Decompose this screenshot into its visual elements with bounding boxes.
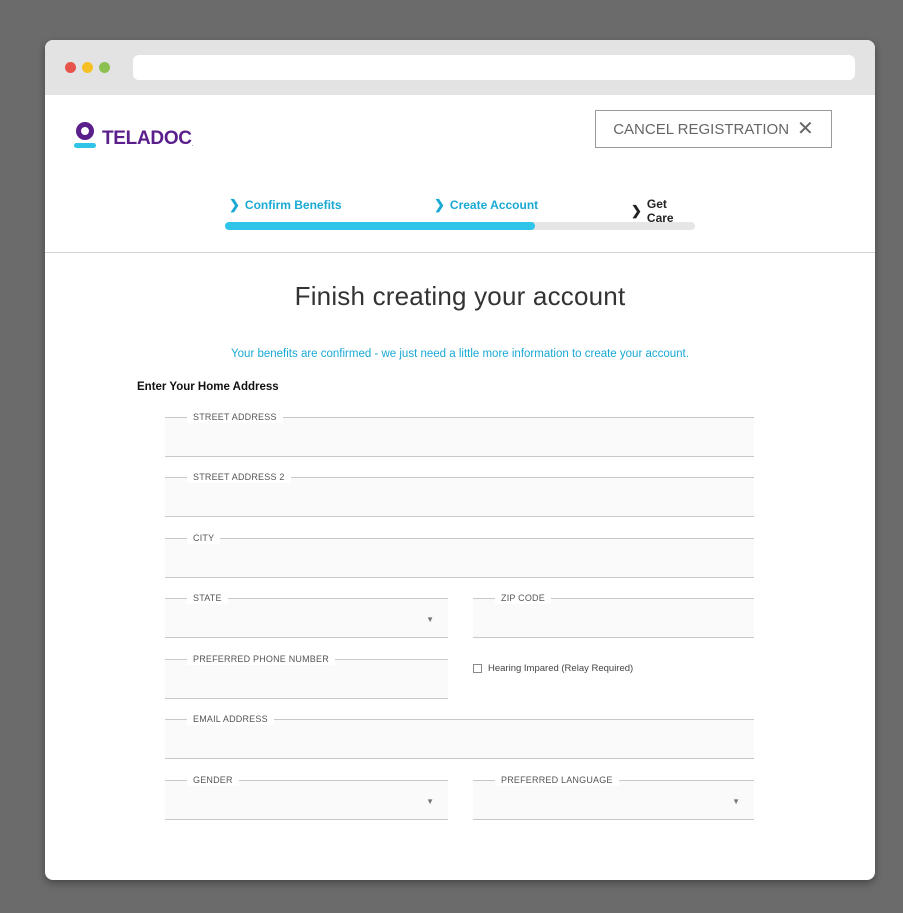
step-create-account: ❯ Create Account (434, 197, 538, 213)
browser-chrome (45, 40, 875, 95)
close-icon: ✕ (797, 118, 814, 140)
chevron-right-icon: ❯ (434, 197, 445, 212)
state-select[interactable]: STATE ▼ (165, 592, 448, 638)
phone-field[interactable]: PREFERRED PHONE NUMBER (165, 653, 448, 699)
city-label: CITY (187, 532, 221, 544)
zip-code-label: ZIP CODE (495, 592, 551, 604)
street-address-label: STREET ADDRESS (187, 411, 283, 423)
street-address-2-label: STREET ADDRESS 2 (187, 471, 291, 483)
step-label: Create Account (449, 198, 539, 212)
chevron-right-icon: ❯ (631, 203, 642, 218)
address-bar[interactable] (133, 55, 855, 80)
teladoc-logo[interactable]: TELADOC . (74, 121, 193, 151)
zip-code-field[interactable]: ZIP CODE (473, 592, 754, 638)
hearing-impaired-option[interactable]: Hearing Impared (Relay Required) (473, 663, 633, 674)
email-label: EMAIL ADDRESS (187, 713, 274, 725)
preferred-language-label: PREFERRED LANGUAGE (495, 774, 619, 786)
step-confirm-benefits: ❯ Confirm Benefits (229, 197, 342, 213)
caret-down-icon: ▼ (732, 797, 740, 806)
cancel-registration-button[interactable]: CANCEL REGISTRATION ✕ (595, 110, 832, 148)
caret-down-icon: ▼ (426, 797, 434, 806)
street-address-2-field[interactable]: STREET ADDRESS 2 (165, 471, 754, 517)
logo-text: TELADOC (102, 128, 192, 149)
logo-trademark: . (191, 142, 194, 148)
caret-down-icon: ▼ (426, 615, 434, 624)
page-title: Finish creating your account (294, 281, 626, 311)
page-subtitle: Your benefits are confirmed - we just ne… (231, 348, 689, 360)
hearing-impaired-label: Hearing Impared (Relay Required) (488, 663, 634, 674)
gender-label: GENDER (187, 774, 239, 786)
progress-bar (225, 222, 695, 230)
progress-bar-fill (225, 222, 536, 230)
step-label: Get Care (646, 197, 674, 225)
street-address-field[interactable]: STREET ADDRESS (165, 411, 754, 457)
cancel-registration-label: CANCEL REGISTRATION (613, 120, 790, 138)
hearing-impaired-checkbox[interactable] (473, 664, 482, 673)
section-label-home-address: Enter Your Home Address (137, 381, 279, 393)
step-get-care: ❯ Get Care (631, 197, 695, 225)
maximize-window-dot[interactable] (99, 62, 110, 73)
email-field[interactable]: EMAIL ADDRESS (165, 713, 754, 759)
minimize-window-dot[interactable] (82, 62, 93, 73)
state-label: STATE (187, 592, 228, 604)
gender-select[interactable]: GENDER ▼ (165, 774, 448, 820)
preferred-language-select[interactable]: PREFERRED LANGUAGE ▼ (473, 774, 754, 820)
progress-steps: ❯ Confirm Benefits ❯ Create Account ❯ Ge… (225, 197, 695, 225)
page-header: TELADOC . CANCEL REGISTRATION ✕ ❯ Confir… (45, 95, 875, 253)
close-window-dot[interactable] (65, 62, 76, 73)
teladoc-logo-icon (74, 122, 96, 150)
browser-window: TELADOC . CANCEL REGISTRATION ✕ ❯ Confir… (45, 40, 875, 880)
step-label: Confirm Benefits (244, 198, 342, 212)
chevron-right-icon: ❯ (229, 197, 240, 212)
phone-label: PREFERRED PHONE NUMBER (187, 653, 335, 665)
city-field[interactable]: CITY (165, 532, 754, 578)
